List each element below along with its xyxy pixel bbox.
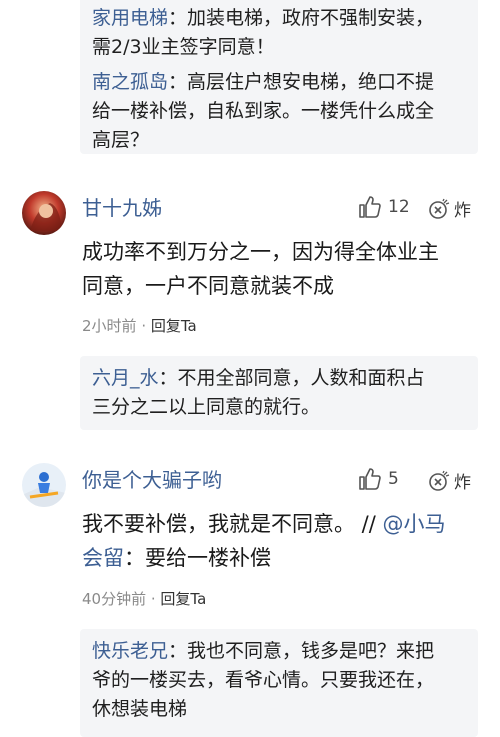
like-button[interactable]: 12 <box>357 194 410 220</box>
like-button[interactable]: 5 <box>357 466 399 492</box>
timestamp: 2小时前 <box>82 317 137 335</box>
reply-text: 爷的一楼买去，看爷心情。只要我还在， <box>92 669 435 691</box>
avatar[interactable] <box>22 463 66 507</box>
reply-author[interactable]: 家用电梯 <box>92 7 168 29</box>
bomb-label: 炸 <box>454 201 471 221</box>
bomb-icon <box>429 470 450 491</box>
comment-line-text: 我不要补偿，我就是不同意。 // <box>82 512 376 536</box>
comment-line: 同意，一户不同意就装不成 <box>82 274 334 298</box>
reply-thread-top: 家用电梯：加装电梯，政府不强制安装， 需2/3业主签字同意！ 南之孤岛：高层住户… <box>80 0 478 154</box>
reply-item: 六月_水：不用全部同意，人数和面积占 三分之二以上同意的就行。 <box>92 364 466 422</box>
avatar-image <box>22 191 66 235</box>
comment-text: 我不要补偿，我就是不同意。 // @小马 会留：要给一楼补偿 <box>82 507 482 575</box>
comment-line: 我不要补偿，我就是不同意。 // @小马 <box>82 507 482 541</box>
reply-item: 快乐老兄：我也不同意，钱多是吧？来把 爷的一楼买去，看爷心情。只要我还在， 休想… <box>92 637 466 724</box>
separator: · <box>136 317 151 335</box>
reply-link[interactable]: 回复Ta <box>160 590 206 608</box>
thumbs-up-icon <box>359 468 381 490</box>
reply-text: ：加装电梯，政府不强制安装， <box>168 7 435 29</box>
reply-author[interactable]: 南之孤岛 <box>92 71 168 93</box>
username[interactable]: 你是个大骗子哟 <box>82 466 222 494</box>
thumbs-up-icon <box>359 196 381 218</box>
reply-text: ：不用全部同意，人数和面积占 <box>158 367 425 389</box>
reply-text: 需2/3业主签字同意！ <box>92 36 275 58</box>
reply-thread: 六月_水：不用全部同意，人数和面积占 三分之二以上同意的就行。 <box>80 356 478 430</box>
like-count: 12 <box>388 197 410 217</box>
avatar[interactable] <box>22 191 66 235</box>
comment-line: 成功率不到万分之一，因为得全体业主 <box>82 240 439 264</box>
mention-link[interactable]: 会留 <box>82 546 124 570</box>
reply-author[interactable]: 快乐老兄 <box>92 640 168 662</box>
reply-text: 给一楼补偿，自私到家。一楼凭什么成全 <box>92 100 435 122</box>
reply-item: 家用电梯：加装电梯，政府不强制安装， 需2/3业主签字同意！ <box>92 4 466 62</box>
bomb-label: 炸 <box>454 473 471 493</box>
comment-line: 会留：要给一楼补偿 <box>82 541 482 575</box>
reply-author[interactable]: 六月_水 <box>92 367 159 389</box>
timestamp: 40分钟前 <box>82 590 147 608</box>
reply-link[interactable]: 回复Ta <box>151 317 197 335</box>
comment-text: 成功率不到万分之一，因为得全体业主 同意，一户不同意就装不成 <box>82 235 482 303</box>
reply-thread: 快乐老兄：我也不同意，钱多是吧？来把 爷的一楼买去，看爷心情。只要我还在， 休想… <box>80 629 478 737</box>
comment-line-text: ：要给一楼补偿 <box>124 546 271 570</box>
reply-text: ：高层住户想安电梯，绝口不提 <box>168 71 435 93</box>
reply-item: 南之孤岛：高层住户想安电梯，绝口不提 给一楼补偿，自私到家。一楼凭什么成全 高层… <box>92 68 466 155</box>
reply-text: 高层？ <box>92 129 150 151</box>
bomb-button[interactable]: 炸 <box>428 468 471 493</box>
comment-meta: 40分钟前 · 回复Ta <box>82 589 206 609</box>
separator: · <box>146 590 161 608</box>
comment-meta: 2小时前 · 回复Ta <box>82 316 197 336</box>
mention-link[interactable]: @小马 <box>383 512 446 536</box>
reply-text: 三分之二以上同意的就行。 <box>92 396 321 418</box>
bomb-icon <box>429 198 450 219</box>
reply-text: 休想装电梯 <box>92 698 188 720</box>
bomb-button[interactable]: 炸 <box>428 196 471 221</box>
username[interactable]: 甘十九姊 <box>82 194 162 222</box>
like-count: 5 <box>388 469 399 489</box>
reply-text: ：我也不同意，钱多是吧？来把 <box>168 640 435 662</box>
avatar-image <box>22 463 66 507</box>
